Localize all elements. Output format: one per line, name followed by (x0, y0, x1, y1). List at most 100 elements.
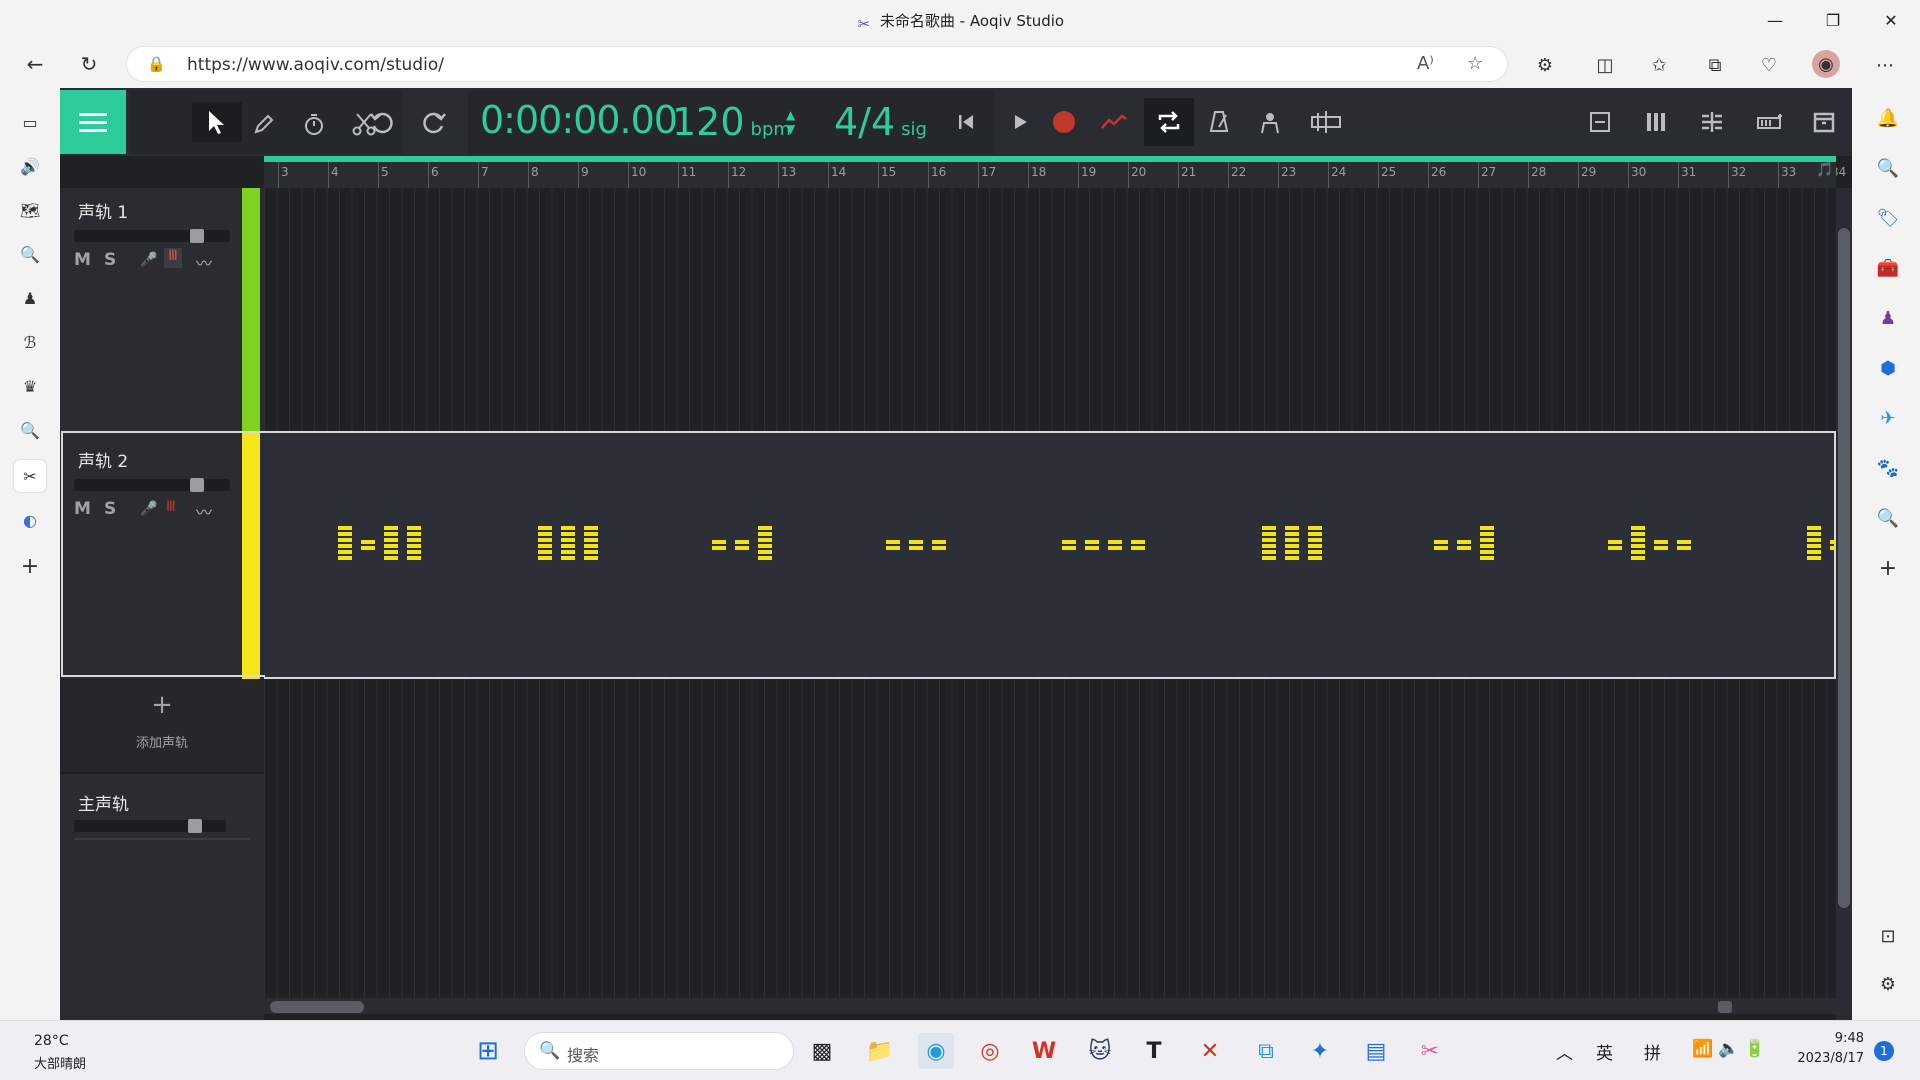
midi-note[interactable] (1608, 540, 1622, 550)
ruler-marker-icon[interactable]: 🎵 (1814, 162, 1836, 188)
maximize-button[interactable]: ❐ (1810, 0, 1856, 40)
profile-avatar[interactable]: ◉ (1812, 50, 1840, 78)
wps-icon[interactable]: W (1026, 1033, 1062, 1069)
crown-tab-icon[interactable]: ♛ (14, 370, 46, 402)
collections-icon[interactable]: ⧉ (1700, 50, 1730, 80)
tab-actions-icon[interactable]: ▭ (14, 106, 46, 138)
sig-value[interactable]: 4/4 (834, 100, 895, 144)
timeline-ruler[interactable]: 3 4 5 6 7 8 9 10 11 12 13 14 15 16 17 18 19 20 21 22 23 24 25 2… (264, 162, 1846, 188)
undo-icon[interactable] (362, 102, 402, 142)
bpm-value[interactable]: 120 (672, 100, 745, 144)
volume-knob-1[interactable] (190, 229, 204, 243)
new-tab-icon[interactable]: + (14, 550, 46, 582)
master-track-header[interactable]: 主声轨 (60, 774, 264, 1020)
horizontal-scroll-end[interactable] (1718, 1001, 1732, 1013)
sound-tab-icon[interactable]: 🔊 (14, 150, 46, 182)
midi-note[interactable] (561, 526, 575, 562)
baidu-icon[interactable]: 🐾 (1872, 452, 1904, 484)
favorites-icon[interactable]: ✩ (1644, 50, 1674, 80)
bpm-display[interactable]: 120 bpm (672, 100, 791, 144)
master-volume-knob[interactable] (188, 819, 202, 833)
edge-browser-icon[interactable]: ◉ (918, 1033, 954, 1069)
redo-icon[interactable] (414, 102, 454, 142)
sidebar-settings-icon[interactable]: ⚙ (1872, 968, 1904, 1000)
midi-note[interactable] (932, 540, 946, 550)
piano-roll-icon[interactable] (1636, 102, 1676, 142)
midi-note[interactable] (1131, 540, 1145, 550)
cat-app-icon[interactable]: 🐱 (1082, 1033, 1118, 1069)
midi-note[interactable] (1654, 540, 1668, 550)
signature-display[interactable]: 4/4 sig (834, 100, 927, 144)
solo-button-2[interactable]: S (104, 499, 116, 519)
midi-note[interactable] (1631, 526, 1645, 562)
midi-note[interactable] (1085, 540, 1099, 550)
sequencer-icon[interactable] (1692, 102, 1732, 142)
feishu-icon[interactable]: ✦ (1302, 1033, 1338, 1069)
notification-badge[interactable]: 1 (1874, 1041, 1894, 1061)
midi-note[interactable] (1108, 540, 1122, 550)
bell-icon[interactable]: 🔔 (1872, 102, 1904, 134)
midi-note[interactable] (735, 540, 749, 550)
search-icon[interactable]: 🔍 (1872, 152, 1904, 184)
midi-note[interactable] (909, 540, 923, 550)
refresh-button[interactable]: ↻ (72, 48, 106, 80)
address-bar[interactable]: 🔒 https://www.aoqiv.com/studio/ A⁾ ☆ (126, 46, 1508, 82)
volume-knob-2[interactable] (190, 478, 204, 492)
view-toggle-icon[interactable] (1580, 102, 1620, 142)
ime-mode[interactable]: 拼 (1644, 1039, 1661, 1064)
shopping-tag-icon[interactable]: 🏷 (1872, 202, 1904, 234)
empty-lane-area[interactable] (264, 679, 1836, 998)
volume-icon[interactable]: 🔈 (1718, 1039, 1739, 1059)
close-button[interactable]: ✕ (1868, 0, 1914, 40)
midi-note[interactable] (1480, 526, 1494, 562)
midi-note[interactable] (1308, 526, 1322, 562)
tools-icon[interactable]: 🧰 (1872, 252, 1904, 284)
weather-temperature[interactable]: 28°C (34, 1033, 69, 1049)
track-volume-slider-1[interactable] (74, 229, 230, 243)
settings-more-icon[interactable]: ⋯ (1870, 50, 1900, 80)
taskbar-search[interactable]: 🔍 搜索 (524, 1032, 794, 1070)
chess-tab-icon[interactable]: ♟ (14, 282, 46, 314)
master-volume-slider[interactable] (74, 819, 226, 833)
mixer-settings-icon[interactable] (1306, 102, 1346, 142)
games-icon[interactable]: ♟ (1872, 302, 1904, 334)
track-lane-1[interactable] (264, 188, 1836, 431)
select-tool-icon[interactable] (192, 102, 242, 142)
url-text[interactable]: https://www.aoqiv.com/studio/ (187, 55, 444, 75)
piano-icon-2[interactable]: Ⅲ (166, 499, 176, 515)
clock-time[interactable]: 9:48 (1800, 1031, 1864, 1046)
back-button[interactable]: ← (18, 48, 52, 80)
tray-overflow-icon[interactable]: ︿ (1556, 1039, 1573, 1064)
windows-start-icon[interactable]: ⊞ (470, 1033, 506, 1069)
midi-note[interactable] (758, 526, 772, 562)
extensions-icon[interactable]: ⚙ (1530, 50, 1560, 80)
midi-note[interactable] (886, 540, 900, 550)
midi-note[interactable] (1262, 526, 1276, 562)
wifi-icon[interactable]: 📶 (1692, 1039, 1713, 1059)
task-view-icon[interactable]: ▩ (804, 1033, 840, 1069)
script-tab-icon[interactable]: ℬ (14, 326, 46, 358)
aoqiv-tab-icon[interactable]: ✂ (14, 460, 46, 492)
track-volume-slider-2[interactable] (74, 478, 230, 492)
ime-language[interactable]: 英 (1596, 1039, 1613, 1064)
split-screen-icon[interactable]: ◫ (1590, 50, 1620, 80)
read-aloud-icon[interactable]: A⁾ (1417, 53, 1434, 74)
browser-essentials-icon[interactable]: ♡ (1754, 50, 1784, 80)
screenshot-icon[interactable]: ⊡ (1872, 920, 1904, 952)
automation-lane-icon-1[interactable]: 〰 (196, 250, 212, 274)
typora-icon[interactable]: T (1136, 1033, 1172, 1069)
pencil-tool-icon[interactable] (244, 104, 284, 144)
minimize-button[interactable]: — (1752, 0, 1798, 40)
microsoft365-icon[interactable]: ⬢ (1872, 352, 1904, 384)
weather-description[interactable]: 大部晴朗 (34, 1053, 86, 1072)
midi-note[interactable] (1457, 540, 1471, 550)
midi-note[interactable] (538, 526, 552, 562)
mic-icon-2[interactable]: 🎤 (140, 501, 157, 517)
midi-note[interactable] (384, 526, 398, 562)
window-manager-icon[interactable]: ⧉ (1248, 1033, 1284, 1069)
xmind-icon[interactable]: ✕ (1192, 1033, 1228, 1069)
automation-icon[interactable] (1094, 102, 1134, 142)
add-track-button[interactable]: + 添加声轨 (60, 680, 264, 772)
piano-icon-1[interactable]: Ⅲ (164, 248, 182, 268)
solo-button-1[interactable]: S (104, 250, 116, 270)
